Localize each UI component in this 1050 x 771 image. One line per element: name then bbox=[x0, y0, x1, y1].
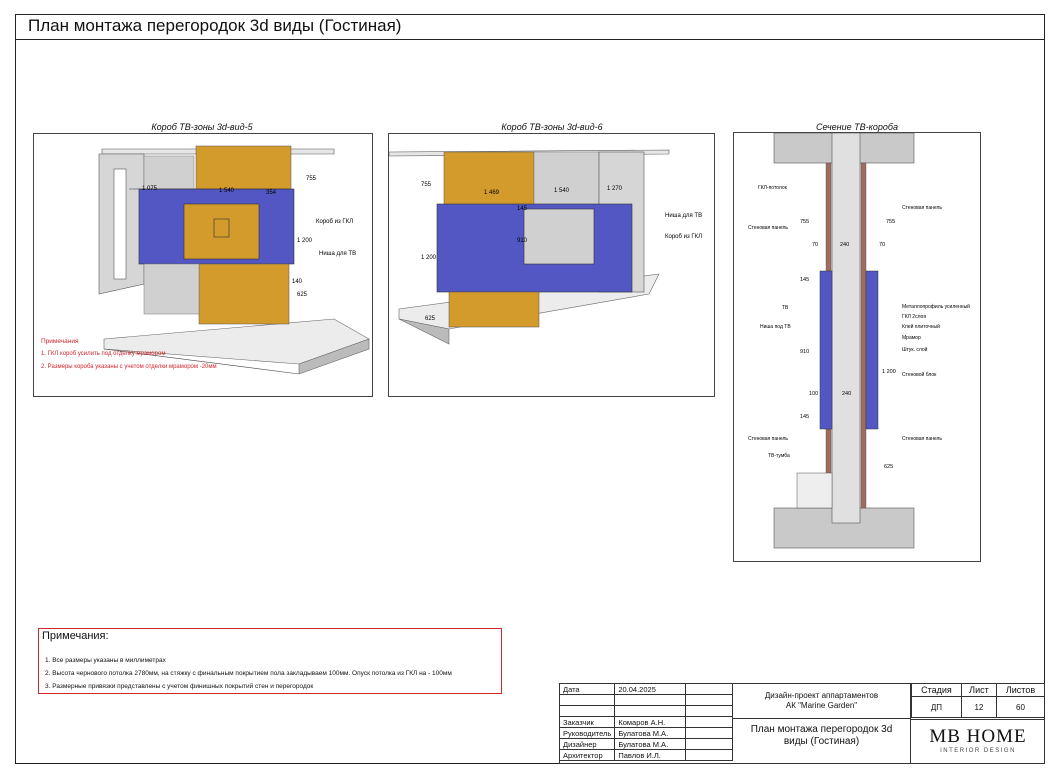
stage-value: ДП bbox=[911, 696, 962, 718]
section-dim-625: 625 bbox=[884, 464, 893, 470]
date-value: 20.04.2025 bbox=[614, 683, 687, 695]
section-dim-70a: 70 bbox=[812, 242, 818, 248]
note-item-1: 1. Все размеры указаны в миллиметрах bbox=[45, 657, 166, 664]
section-right-label-2: Металлопрофиль усиленный bbox=[902, 303, 970, 310]
view6-dim-1200: 1 200 bbox=[421, 255, 437, 261]
name-customer: Комаров А.Н. bbox=[614, 716, 687, 728]
view5-notes-title: Примечания bbox=[41, 338, 79, 345]
view6-dim-1540: 1 540 bbox=[554, 188, 570, 194]
section-right-label-4: Клей плиточный bbox=[902, 323, 940, 330]
view5-dim-625: 625 bbox=[297, 292, 308, 298]
view5-caption: Короб ТВ-зоны 3d-вид-5 bbox=[151, 122, 253, 132]
section-right-label-8: Стеновая панель bbox=[902, 436, 942, 442]
sheet-title: План монтажа перегородок 3d виды (Гостин… bbox=[733, 719, 911, 764]
view5-dim-1075: 1 075 bbox=[142, 186, 158, 192]
role-architect: Архитектор bbox=[558, 749, 616, 761]
view5-dim-354: 354 bbox=[266, 190, 277, 196]
logo-sub: INTERIOR DESIGN bbox=[940, 748, 1016, 754]
section-right-label-6: Штук. слой bbox=[902, 346, 928, 353]
logo-main: MB HOME bbox=[929, 726, 1027, 747]
section-right-label-7: Стеновой блок bbox=[902, 371, 937, 378]
section-left-label-4: Ниша под ТВ bbox=[760, 324, 791, 330]
view5-panel: 1 075 1 540 354 755 1 200 140 625 Короб … bbox=[33, 133, 373, 397]
view5-dim-755: 755 bbox=[306, 176, 317, 182]
view5-dim-1540: 1 540 bbox=[219, 188, 235, 194]
notes-box: 1. Все размеры указаны в миллиметрах 2. … bbox=[38, 628, 502, 694]
view6-caption: Короб ТВ-зоны 3d-вид-6 bbox=[501, 122, 603, 132]
section-left-label-1: ГКЛ-потолок bbox=[758, 185, 788, 191]
page-title: План монтажа перегородок 3d виды (Гостин… bbox=[28, 16, 402, 35]
view6-dim-755: 755 bbox=[421, 182, 432, 188]
section-left-label-6: ТВ-тумба bbox=[768, 453, 790, 459]
view6-panel: 1 469 1 540 1 270 755 1 200 910 145 625 … bbox=[388, 133, 715, 397]
view6-dim-145: 145 bbox=[517, 206, 528, 212]
section-dim-145a: 145 bbox=[800, 277, 809, 283]
stage-table: Стадия Лист Листов ДП 12 60 bbox=[911, 683, 1045, 718]
view6-label-box: Короб из ГКЛ bbox=[665, 234, 702, 240]
note-item-3: 3. Размерные привязки представлены с уче… bbox=[45, 683, 314, 690]
section-caption: Сечение ТВ-короба bbox=[816, 122, 898, 132]
section-drawing: ГКЛ-потолок Стеновая панель ТВ Ниша под … bbox=[748, 132, 970, 549]
view6-dim-1270: 1 270 bbox=[607, 186, 623, 192]
section-right-label-5: Мрамор bbox=[902, 335, 921, 341]
name-designer: Булатова М.А. bbox=[614, 738, 687, 750]
section-dim-100: 100 bbox=[809, 391, 818, 397]
name-lead: Булатова М.А. bbox=[614, 727, 687, 739]
view6-dim-1469: 1 469 bbox=[484, 190, 500, 196]
sheets-value: 60 bbox=[996, 696, 1045, 718]
section-panel: ГКЛ-потолок Стеновая панель ТВ Ниша под … bbox=[733, 132, 981, 562]
section-left-label-5: Стеновая панель bbox=[748, 436, 788, 442]
name-architect: Павлов И.Л. bbox=[614, 749, 687, 761]
section-dim-910: 910 bbox=[800, 349, 809, 355]
section-dim-240b: 240 bbox=[842, 391, 851, 397]
section-right-label-3: ГКЛ 2слоя bbox=[902, 314, 926, 320]
section-dim-70b: 70 bbox=[879, 242, 885, 248]
role-lead: Руководитель bbox=[558, 727, 616, 739]
view5-note-1: 1. ГКЛ короб усилить под отделку мраморо… bbox=[41, 351, 165, 357]
view6-dim-910: 910 bbox=[517, 238, 528, 244]
title-block-people: Дата 20.04.2025 Заказчик Комаров А.Н. Ру… bbox=[558, 683, 733, 761]
view5-note-2: 2. Размеры короба указаны с учетом отдел… bbox=[41, 364, 217, 370]
section-left-label-2: Стеновая панель bbox=[748, 225, 788, 231]
project-name: Дизайн-проект аппартаментов АК "Marine G… bbox=[733, 683, 911, 719]
section-right-label-1: Стеновая панель bbox=[902, 205, 942, 211]
sheets-label: Листов bbox=[996, 683, 1045, 697]
section-dim-145b: 145 bbox=[800, 414, 809, 420]
section-dim-755a: 755 bbox=[800, 219, 809, 225]
project-line-2: АК "Marine Garden" bbox=[785, 701, 858, 710]
view6-dim-625: 625 bbox=[425, 316, 436, 322]
view5-drawing: 1 075 1 540 354 755 1 200 140 625 Короб … bbox=[41, 145, 370, 375]
note-item-2: 2. Высота чернового потолка 2780мм, на с… bbox=[45, 670, 452, 677]
sheet-label: Лист bbox=[960, 683, 998, 697]
date-label: Дата bbox=[558, 683, 616, 695]
project-line-1: Дизайн-проект аппартаментов bbox=[764, 691, 879, 700]
section-dim-240a: 240 bbox=[840, 242, 849, 248]
role-designer: Дизайнер bbox=[558, 738, 616, 750]
view6-drawing: 1 469 1 540 1 270 755 1 200 910 145 625 … bbox=[388, 149, 702, 345]
section-dim-755b: 755 bbox=[886, 219, 895, 225]
section-left-label-3: ТВ bbox=[782, 305, 789, 311]
view6-label-niche: Ниша для ТВ bbox=[665, 213, 702, 219]
stage-label: Стадия bbox=[911, 683, 962, 697]
logo: MB HOME INTERIOR DESIGN bbox=[911, 719, 1045, 764]
sheet-value: 12 bbox=[960, 696, 998, 718]
view5-dim-1200: 1 200 bbox=[297, 238, 313, 244]
section-dim-1200: 1 200 bbox=[882, 369, 896, 375]
view5-label-niche: Ниша для ТВ bbox=[319, 251, 356, 257]
role-customer: Заказчик bbox=[558, 716, 616, 728]
view5-label-box: Короб из ГКЛ bbox=[316, 219, 353, 225]
view5-dim-140: 140 bbox=[292, 279, 303, 285]
